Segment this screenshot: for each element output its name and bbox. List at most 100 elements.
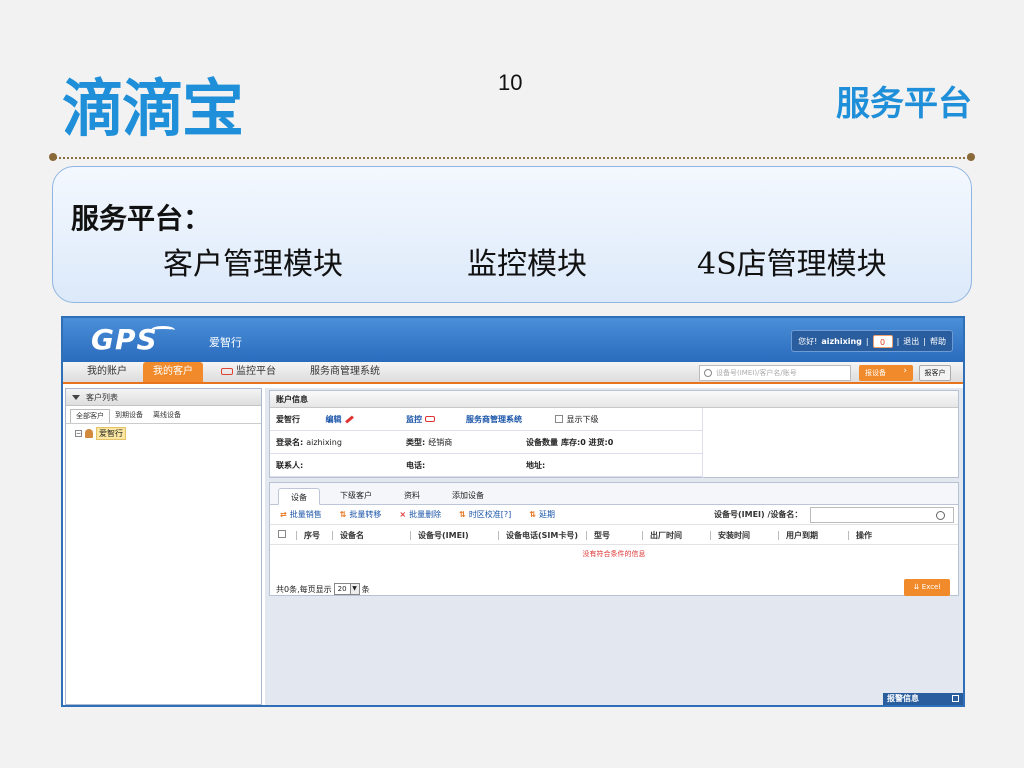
batch-delete-action[interactable]: × 批量删除	[399, 509, 441, 520]
global-search-input[interactable]: 设备号(IMEI)/客户名/账号	[699, 365, 851, 381]
col-model: 型号	[594, 531, 610, 540]
pagination-bar: 共0条,每页显示 20 ▼ 条 ⇊ Excel	[270, 579, 958, 599]
divider-dot-left	[49, 153, 57, 161]
excel-label: Excel	[921, 583, 941, 591]
user-icon	[85, 429, 93, 438]
batch-sell-action[interactable]: ⇄ 批量销售	[280, 509, 322, 520]
tab-offline-devices[interactable]: 离线设备	[148, 409, 186, 423]
pagination-suffix: 条	[361, 584, 370, 594]
divider-dot-right	[967, 153, 975, 161]
username: aizhixing	[821, 336, 862, 346]
show-subordinates-checkbox[interactable]	[554, 415, 563, 423]
module-4s-store-management: 4S店管理模块	[697, 247, 887, 282]
tree-expand-icon[interactable]: −	[75, 430, 82, 437]
device-table-header: 序号 设备名 设备号(IMEI) 设备电话(SIM卡号) 型号 出厂时间 安装时…	[270, 525, 958, 545]
login-label: 登录名:	[276, 437, 304, 447]
alarm-label: 报警信息	[887, 694, 919, 703]
phone-label: 电话:	[406, 460, 426, 470]
info-row: 联系人: 电话: 地址:	[270, 454, 702, 477]
summary-box: 服务平台： 客户管理模块 监控模块 4S店管理模块	[52, 166, 972, 303]
report-customer-button[interactable]: 报客户	[919, 365, 951, 381]
tree-node-label[interactable]: 爱智行	[96, 427, 126, 440]
module-customer-management: 客户管理模块	[163, 247, 343, 282]
timezone-calibrate-action[interactable]: ⇅ 时区校准[?]	[459, 509, 511, 520]
search-placeholder: 设备号(IMEI)/客户名/账号	[716, 369, 797, 377]
slide-subtitle: 服务平台	[836, 84, 972, 124]
col-actions: 操作	[856, 531, 872, 540]
search-icon	[704, 369, 712, 377]
message-count-badge[interactable]: 0	[872, 334, 893, 348]
account-info-card: 账户信息 爱智行 编辑 监控 服务商管理系统 显示下级 登录名: aizhixi…	[269, 390, 959, 478]
col-device-name: 设备名	[340, 531, 364, 540]
alarm-info-bar[interactable]: 报警信息	[883, 693, 963, 705]
detail-pane: 账户信息 爱智行 编辑 监控 服务商管理系统 显示下级 登录名: aizhixi…	[265, 388, 963, 705]
device-panel: 设备 下级客户 资料 添加设备 ⇄ 批量销售 ⇅ 批量转移 × 批量删除 ⇅ 时区校准[…	[269, 482, 959, 596]
edit-link[interactable]: 编辑	[326, 415, 342, 424]
maximize-icon[interactable]	[952, 695, 959, 702]
camera-icon	[221, 367, 233, 375]
page-number: 10	[498, 70, 523, 95]
address-label: 地址:	[526, 460, 546, 470]
batch-sell-label: 批量销售	[289, 510, 322, 519]
extend-icon: ⇅	[529, 510, 537, 519]
login-value: aizhixing	[306, 437, 342, 447]
summary-heading: 服务平台：	[71, 202, 212, 235]
account-name: 爱智行	[276, 414, 300, 424]
extend-action[interactable]: ⇅ 延期	[529, 509, 555, 520]
dropdown-arrow-icon: ▼	[349, 584, 359, 594]
pagination-prefix: 共0条,每页显示	[276, 584, 332, 594]
customer-list-pane: 客户列表 全部客户 到期设备 离线设备 − 爱智行	[65, 388, 262, 705]
tab-monitor-platform[interactable]: 监控平台	[217, 362, 286, 382]
transfer-icon: ⇅	[339, 510, 347, 519]
tab-profile[interactable]: 资料	[392, 487, 432, 504]
type-label: 类型:	[406, 437, 426, 447]
monitor-link[interactable]: 监控	[406, 415, 422, 424]
logo-swoosh-icon	[151, 326, 175, 334]
slide-title: 滴滴宝	[62, 72, 244, 145]
module-monitoring: 监控模块	[467, 247, 587, 282]
extend-label: 延期	[539, 510, 556, 519]
col-sim: 设备电话(SIM卡号)	[506, 531, 579, 540]
customer-list-header[interactable]: 客户列表	[66, 389, 261, 406]
collapse-triangle-icon	[72, 395, 80, 400]
tab-sub-customers[interactable]: 下级客户	[328, 487, 384, 504]
provider-system-link[interactable]: 服务商管理系统	[466, 415, 522, 424]
main-nav: 我的账户 我的客户 监控平台 服务商管理系统 设备号(IMEI)/客户名/账号 …	[63, 362, 963, 384]
select-all-checkbox[interactable]	[278, 530, 286, 538]
col-index: 序号	[304, 531, 320, 540]
batch-transfer-action[interactable]: ⇅ 批量转移	[340, 509, 382, 520]
device-actions: ⇄ 批量销售 ⇅ 批量转移 × 批量删除 ⇅ 时区校准[?] ⇅ 延期 设备号(IMEI)…	[270, 505, 958, 525]
tab-devices[interactable]: 设备	[278, 488, 320, 505]
search-icon[interactable]	[936, 511, 945, 520]
type-value: 经销商	[428, 437, 453, 447]
device-count-label: 设备数量	[526, 437, 558, 447]
account-info-grid: 爱智行 编辑 监控 服务商管理系统 显示下级 登录名: aizhixing 类型:…	[270, 408, 702, 477]
device-search-input[interactable]	[810, 507, 954, 523]
report-device-button[interactable]: 报设备 ›	[859, 365, 913, 381]
help-link[interactable]: 帮助	[930, 336, 946, 347]
tab-add-device[interactable]: 添加设备	[440, 487, 496, 504]
page-size-select[interactable]: 20 ▼	[333, 583, 360, 595]
col-install-date: 安装时间	[718, 531, 750, 540]
tab-expiring-devices[interactable]: 到期设备	[110, 409, 148, 423]
tab-my-account[interactable]: 我的账户	[77, 362, 137, 382]
timezone-icon: ⇅	[459, 510, 466, 519]
tree-node-root[interactable]: − 爱智行	[75, 427, 261, 440]
batch-sell-icon: ⇄	[280, 510, 287, 519]
batch-transfer-label: 批量转移	[349, 510, 382, 519]
app-header: GPS 爱智行 您好! aizhixing | 0 | 退出 | 帮助	[63, 318, 963, 362]
export-excel-button[interactable]: ⇊ Excel	[904, 579, 950, 596]
col-factory-date: 出厂时间	[650, 531, 682, 540]
user-box: 您好! aizhixing | 0 | 退出 | 帮助	[791, 330, 953, 352]
excel-icon: ⇊	[913, 583, 922, 591]
logout-link[interactable]: 退出	[903, 336, 919, 347]
gps-logo: GPS	[91, 323, 158, 356]
tab-provider-system[interactable]: 服务商管理系统	[300, 362, 390, 382]
device-search-label: 设备号(IMEI) /设备名：	[714, 510, 803, 519]
customer-list-title: 客户列表	[86, 393, 118, 402]
tab-my-customers[interactable]: 我的客户	[143, 362, 203, 382]
col-user-expiry: 用户到期	[786, 531, 818, 540]
tab-all-customers[interactable]: 全部客户	[70, 409, 110, 423]
device-count-value: 库存:0 进货:0	[561, 437, 614, 447]
greeting: 您好!	[798, 336, 818, 346]
